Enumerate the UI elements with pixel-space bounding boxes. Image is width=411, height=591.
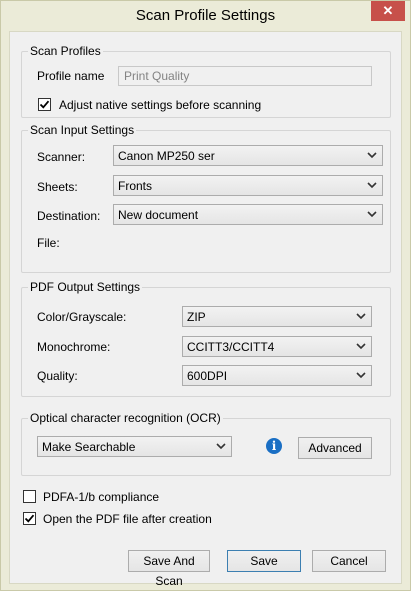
monochrome-select[interactable]: CCITT3/CCITT4	[182, 336, 372, 357]
ocr-mode-select[interactable]: Make Searchable	[37, 436, 232, 457]
ocr-mode-value: Make Searchable	[42, 440, 136, 454]
scan-input-group: Scan Input Settings Scanner: Canon MP250…	[21, 123, 391, 273]
save-and-scan-button[interactable]: Save And Scan	[128, 550, 210, 588]
chevron-down-icon	[367, 152, 377, 159]
color-grayscale-label: Color/Grayscale:	[37, 310, 127, 324]
chevron-down-icon	[356, 372, 366, 379]
quality-select[interactable]: 600DPI	[182, 365, 372, 386]
monochrome-label: Monochrome:	[37, 340, 111, 354]
chevron-down-icon	[356, 343, 366, 350]
open-pdf-label[interactable]: Open the PDF file after creation	[43, 512, 212, 526]
chevron-down-icon	[216, 443, 226, 450]
chevron-down-icon	[367, 182, 377, 189]
scanner-select[interactable]: Canon MP250 ser	[113, 145, 383, 166]
chevron-down-icon	[367, 211, 377, 218]
scanner-label: Scanner:	[37, 150, 86, 164]
adjust-native-label[interactable]: Adjust native settings before scanning	[59, 98, 261, 112]
info-icon[interactable]: i	[266, 438, 282, 454]
monochrome-value: CCITT3/CCITT4	[187, 340, 275, 354]
pdf-output-legend: PDF Output Settings	[28, 280, 143, 294]
quality-value: 600DPI	[187, 369, 228, 383]
ocr-legend: Optical character recognition (OCR)	[28, 411, 223, 425]
dialog-body: Scan Profiles Profile name Print Quality…	[9, 31, 402, 588]
save-button[interactable]: Save	[227, 550, 301, 572]
pdfa-label[interactable]: PDFA-1/b compliance	[43, 490, 159, 504]
advanced-button[interactable]: Advanced	[298, 437, 372, 459]
file-label: File:	[37, 236, 60, 250]
scan-profile-settings-dialog: Scan Profile Settings ✕ Scan Profiles Pr…	[0, 0, 411, 591]
checkmark-icon	[39, 100, 50, 109]
profile-name-label: Profile name	[37, 69, 105, 83]
quality-label: Quality:	[37, 369, 78, 383]
scan-profiles-legend: Scan Profiles	[28, 44, 103, 58]
cancel-button[interactable]: Cancel	[312, 550, 386, 572]
scan-profiles-group: Scan Profiles Profile name Print Quality…	[21, 44, 391, 118]
adjust-native-checkbox[interactable]	[38, 98, 51, 111]
scanner-value: Canon MP250 ser	[118, 149, 215, 163]
pdf-output-group: PDF Output Settings Color/Grayscale: ZIP…	[21, 280, 391, 397]
close-icon: ✕	[382, 3, 394, 18]
dialog-title: Scan Profile Settings	[135, 7, 276, 24]
destination-label: Destination:	[37, 209, 101, 223]
title-bar: Scan Profile Settings ✕	[1, 1, 410, 31]
sheets-value: Fronts	[118, 179, 153, 193]
color-grayscale-select[interactable]: ZIP	[182, 306, 372, 327]
destination-value: New document	[118, 208, 199, 222]
pdfa-checkbox[interactable]	[23, 490, 36, 503]
color-grayscale-value: ZIP	[187, 310, 206, 324]
sheets-select[interactable]: Fronts	[113, 175, 383, 196]
checkmark-icon	[24, 514, 35, 523]
ocr-group: Optical character recognition (OCR) Make…	[21, 411, 391, 476]
open-pdf-checkbox[interactable]	[23, 512, 36, 525]
close-button[interactable]: ✕	[371, 1, 405, 21]
chevron-down-icon	[356, 313, 366, 320]
sheets-label: Sheets:	[37, 180, 78, 194]
scan-input-legend: Scan Input Settings	[28, 123, 137, 137]
profile-name-field[interactable]: Print Quality	[118, 66, 372, 86]
destination-select[interactable]: New document	[113, 204, 383, 225]
